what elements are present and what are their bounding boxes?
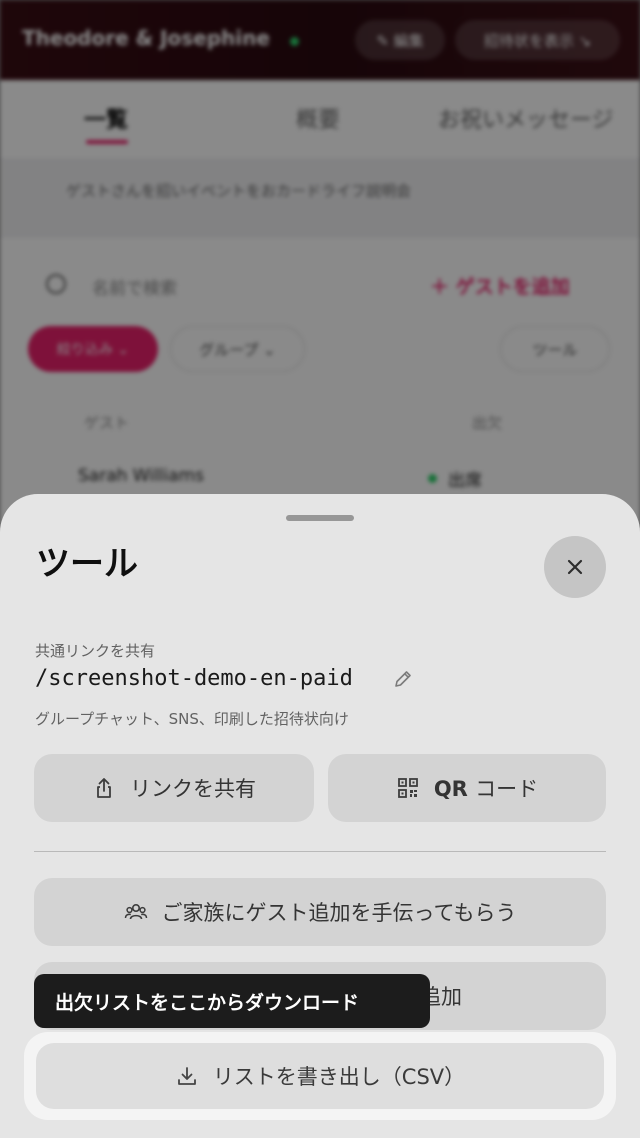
family-help-button-label: ご家族にゲスト追加を手伝ってもらう — [161, 901, 517, 925]
sheet-title: ツール — [36, 544, 138, 584]
family-icon — [124, 904, 147, 920]
qr-label-bold: QR — [433, 777, 468, 801]
qr-code-button[interactable]: QR コード — [328, 754, 606, 822]
export-csv-button-label: リストを書き出し（CSV） — [212, 1065, 466, 1089]
qr-code-button-label: QR コード — [434, 773, 538, 803]
family-help-button[interactable]: ご家族にゲスト追加を手伝ってもらう — [34, 878, 606, 946]
share-link-hint: グループチャット、SNS、印刷した招待状向け — [35, 710, 349, 728]
export-csv-button[interactable]: リストを書き出し（CSV） — [36, 1043, 604, 1109]
share-link-label: 共通リンクを共有 — [35, 642, 156, 660]
share-link-path: /screenshot-demo-en-paid — [35, 666, 353, 691]
share-link-button[interactable]: リンクを共有 — [34, 754, 314, 822]
download-tooltip: 出欠リストをここからダウンロード — [34, 974, 430, 1028]
download-icon — [177, 1067, 196, 1085]
qr-code-icon — [397, 778, 418, 798]
close-button[interactable] — [544, 536, 606, 598]
qr-label-rest: コード — [475, 777, 539, 801]
section-divider — [34, 851, 606, 852]
share-icon — [97, 778, 111, 798]
close-icon — [567, 559, 583, 575]
edit-pencil-icon[interactable] — [392, 668, 414, 690]
sheet-grabber[interactable] — [286, 515, 354, 521]
share-link-button-label: リンクを共有 — [130, 777, 256, 801]
